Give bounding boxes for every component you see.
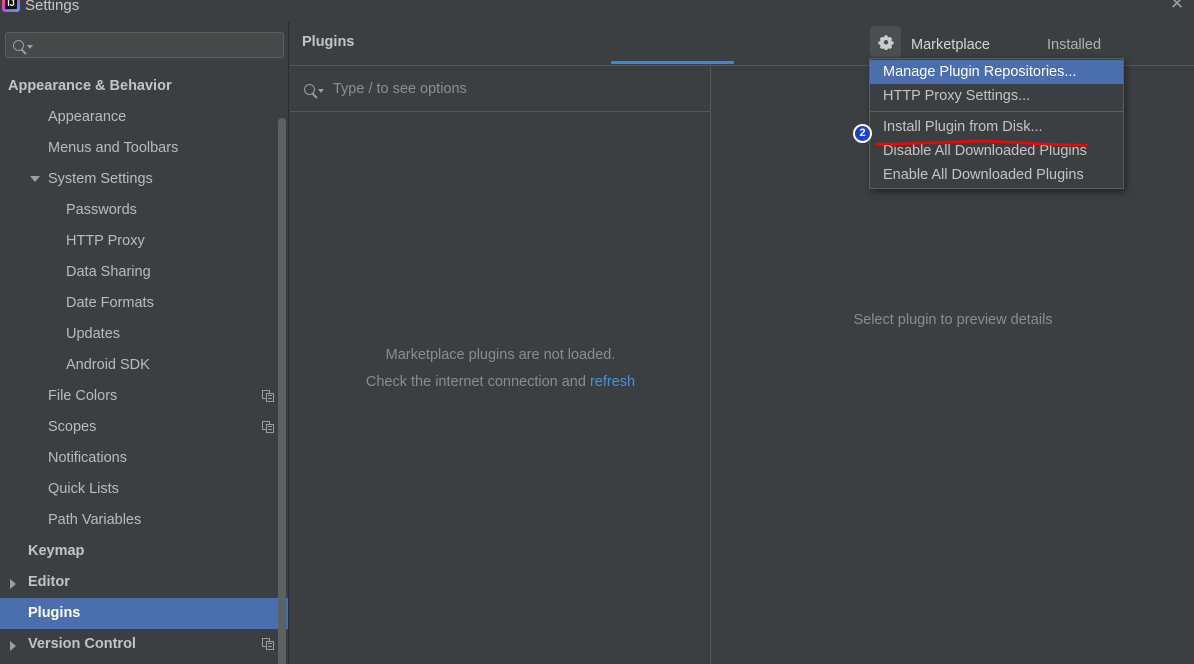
close-icon[interactable]: ✕ [1166, 0, 1188, 15]
sidebar-item-label: Plugins [28, 605, 81, 621]
sidebar-item-label: Path Variables [48, 512, 142, 528]
sidebar-item-label: System Settings [48, 171, 153, 187]
plugin-list-panel: Marketplace plugins are not loaded. Chec… [290, 67, 711, 664]
sidebar-item-label: Data Sharing [66, 264, 151, 280]
sidebar-search [5, 32, 284, 58]
menu-item-manage-plugin-repositories[interactable]: Manage Plugin Repositories... [870, 60, 1123, 84]
sidebar-item-label: Menus and Toolbars [48, 140, 179, 156]
plugin-search[interactable] [290, 67, 711, 112]
menu-item-enable-all-downloaded-plugins[interactable]: Enable All Downloaded Plugins [870, 163, 1123, 187]
sidebar-item-system-settings[interactable]: System Settings [0, 164, 288, 195]
sidebar-item-label: Notifications [48, 450, 127, 466]
sidebar-item-label: Passwords [66, 202, 137, 218]
sidebar-scrollbar-thumb[interactable] [278, 118, 286, 664]
app-icon-glyph: IJ [5, 0, 17, 9]
sidebar-item-android-sdk[interactable]: Android SDK [0, 350, 288, 381]
menu-item-install-plugin-from-disk[interactable]: Install Plugin from Disk... [870, 115, 1123, 139]
search-icon [13, 39, 24, 51]
copy-settings-icon[interactable] [262, 638, 275, 651]
page-title: Plugins [302, 34, 355, 50]
chevron-right-icon[interactable] [10, 579, 16, 589]
sidebar-item-editor[interactable]: Editor [0, 567, 288, 598]
preview-placeholder-text: Select plugin to preview details [853, 312, 1053, 328]
annotation-step-badge: 2 [853, 124, 872, 143]
menu-item-http-proxy-settings[interactable]: HTTP Proxy Settings... [870, 84, 1123, 108]
plugin-settings-menu: Manage Plugin Repositories... HTTP Proxy … [869, 58, 1124, 189]
settings-sidebar: Appearance & Behavior Appearance Menus and… [0, 22, 289, 664]
sidebar-item-label: Version Control [28, 636, 136, 652]
sidebar-item-label: Scopes [48, 419, 97, 435]
sidebar-item-menus-and-toolbars[interactable]: Menus and Toolbars [0, 133, 288, 164]
plugins-empty-state: Marketplace plugins are not loaded. Chec… [290, 342, 711, 396]
sidebar-item-label: Appearance & Behavior [8, 78, 172, 94]
chevron-down-icon[interactable] [30, 176, 40, 182]
sidebar-item-appearance-behavior[interactable]: Appearance & Behavior [0, 71, 288, 102]
sidebar-item-label: File Colors [48, 388, 118, 404]
sidebar-item-label: Date Formats [66, 295, 154, 311]
plugin-search-input[interactable] [324, 81, 711, 97]
empty-state-line2: Check the internet connection and refres… [290, 369, 711, 396]
refresh-link[interactable]: refresh [590, 374, 635, 390]
sidebar-item-label: Appearance [48, 109, 127, 125]
sidebar-item-quick-lists[interactable]: Quick Lists [0, 474, 288, 505]
sidebar-item-scopes[interactable]: Scopes [0, 412, 288, 443]
sidebar-item-plugins[interactable]: Plugins [0, 598, 288, 629]
sidebar-item-label: Keymap [28, 543, 85, 559]
sidebar-item-file-colors[interactable]: File Colors [0, 381, 288, 412]
empty-state-line1: Marketplace plugins are not loaded. [385, 347, 616, 363]
sidebar-search-input[interactable] [33, 37, 283, 53]
sidebar-item-updates[interactable]: Updates [0, 319, 288, 350]
intellij-idea-icon: IJ [2, 0, 20, 12]
settings-tree: Appearance & Behavior Appearance Menus and… [0, 71, 288, 660]
sidebar-item-path-variables[interactable]: Path Variables [0, 505, 288, 536]
sidebar-scrollbar-track[interactable] [278, 70, 287, 664]
sidebar-item-appearance[interactable]: Appearance [0, 102, 288, 133]
empty-state-line2-prefix: Check the internet connection and [365, 374, 590, 390]
sidebar-item-http-proxy[interactable]: HTTP Proxy [0, 226, 288, 257]
menu-separator [870, 111, 1123, 112]
title-bar: IJ Settings ✕ [0, 0, 1194, 22]
sidebar-item-version-control[interactable]: Version Control [0, 629, 288, 660]
chevron-right-icon[interactable] [10, 641, 16, 651]
sidebar-item-label: Updates [66, 326, 121, 342]
sidebar-item-date-formats[interactable]: Date Formats [0, 288, 288, 319]
sidebar-item-label: Android SDK [66, 357, 150, 373]
search-icon [304, 83, 315, 95]
sidebar-item-label: HTTP Proxy [66, 233, 145, 249]
sidebar-item-passwords[interactable]: Passwords [0, 195, 288, 226]
sidebar-item-keymap[interactable]: Keymap [0, 536, 288, 567]
sidebar-item-notifications[interactable]: Notifications [0, 443, 288, 474]
sidebar-search-box[interactable] [5, 32, 284, 58]
active-tab-indicator [611, 61, 734, 64]
sidebar-item-label: Editor [28, 574, 70, 590]
window-title: Settings [25, 0, 80, 14]
gear-icon [877, 34, 894, 50]
plugin-settings-gear-button[interactable] [870, 26, 901, 57]
sidebar-item-label: Quick Lists [48, 481, 119, 497]
settings-dialog: IJ Settings ✕ Appearance & Behavior Appea… [0, 0, 1194, 664]
copy-settings-icon[interactable] [262, 421, 275, 434]
copy-settings-icon[interactable] [262, 390, 275, 403]
sidebar-item-data-sharing[interactable]: Data Sharing [0, 257, 288, 288]
